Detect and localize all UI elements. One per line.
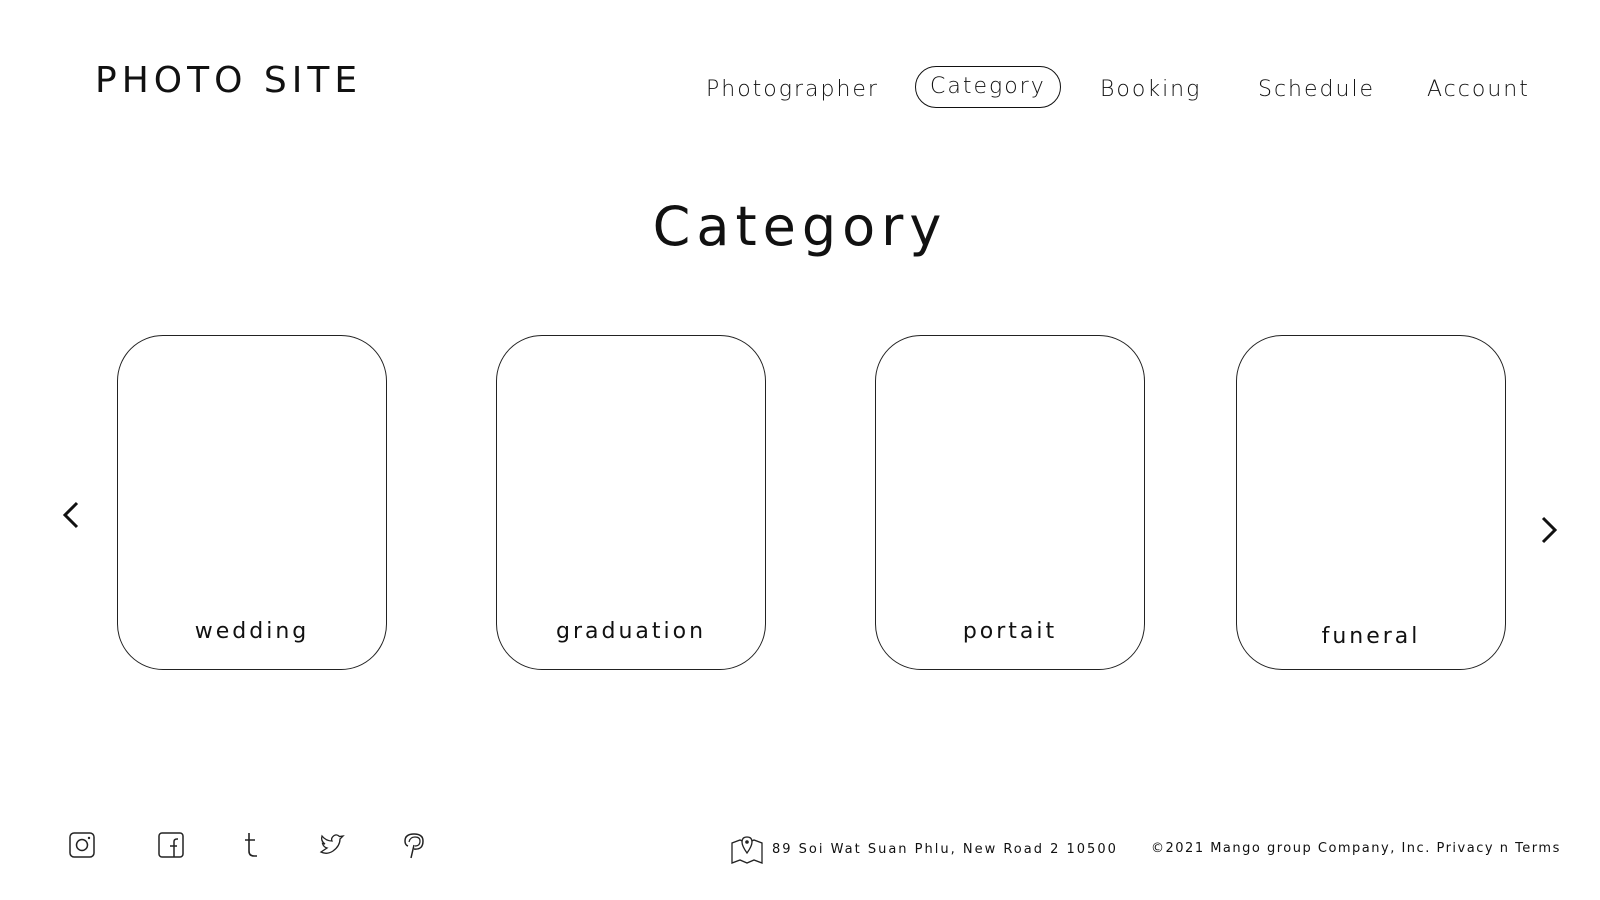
map-pin-icon	[730, 833, 764, 865]
category-card-label: funeral	[1321, 624, 1421, 649]
pinterest-link[interactable]	[399, 830, 429, 860]
tumblr-link[interactable]	[236, 830, 266, 860]
footer-copyright: ©2021 Mango group Company, Inc. Privacy …	[1151, 841, 1561, 856]
tumblr-icon	[245, 833, 257, 857]
carousel-next-button[interactable]	[1533, 510, 1563, 550]
nav-item-account[interactable]: Account	[1427, 70, 1530, 110]
main-nav: Photographer Category Booking Schedule A…	[0, 66, 1600, 110]
category-card-wedding[interactable]: wedding	[117, 335, 387, 670]
instagram-icon	[69, 832, 95, 858]
category-carousel: wedding graduation portait funeral	[0, 335, 1600, 675]
chevron-left-icon	[62, 501, 79, 529]
instagram-link[interactable]	[67, 830, 97, 860]
twitter-link[interactable]	[317, 830, 347, 860]
nav-item-category[interactable]: Category	[915, 66, 1061, 108]
conjunction-text: n	[1499, 841, 1510, 856]
nav-item-schedule[interactable]: Schedule	[1258, 70, 1375, 110]
category-card-label: portait	[962, 619, 1058, 644]
footer-address: 89 Soi Wat Suan Phlu, New Road 2 10500	[730, 833, 1118, 865]
nav-item-photographer[interactable]: Photographer	[706, 70, 879, 110]
category-card-label: graduation	[555, 619, 707, 644]
copyright-text: ©2021 Mango group Company, Inc.	[1151, 841, 1431, 856]
nav-item-booking[interactable]: Booking	[1100, 70, 1201, 110]
carousel-prev-button[interactable]	[57, 495, 87, 535]
twitter-icon	[319, 834, 345, 854]
category-card-portait[interactable]: portait	[875, 335, 1145, 670]
address-text: 89 Soi Wat Suan Phlu, New Road 2 10500	[772, 841, 1118, 857]
category-card-funeral[interactable]: funeral	[1236, 335, 1506, 670]
category-card-graduation[interactable]: graduation	[496, 335, 766, 670]
pinterest-icon	[404, 833, 424, 859]
facebook-icon	[158, 832, 184, 858]
chevron-right-icon	[1541, 516, 1558, 544]
facebook-link[interactable]	[156, 830, 186, 860]
category-card-label: wedding	[194, 619, 310, 644]
page-title: Category	[652, 195, 948, 258]
terms-link[interactable]: Terms	[1515, 841, 1561, 856]
privacy-link[interactable]: Privacy	[1436, 841, 1494, 856]
